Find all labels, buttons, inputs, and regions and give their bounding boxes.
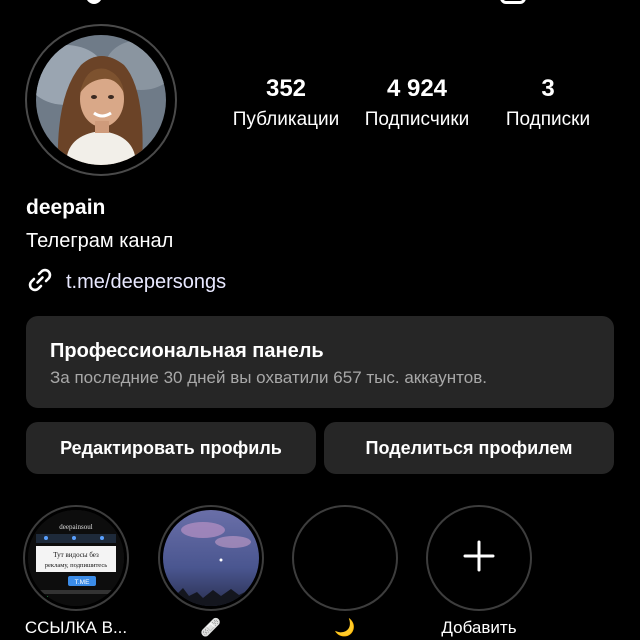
highlight-label-link: ССЫЛКА В... — [24, 618, 128, 637]
header-icon-fragment — [500, 0, 526, 4]
highlight-preview-line2: рекламу, подпишитесь — [45, 562, 107, 569]
plus-icon — [462, 539, 496, 578]
stat-following[interactable]: 3 Подписки — [490, 74, 606, 134]
highlight-moon[interactable] — [297, 510, 393, 606]
stat-followers-count: 4 924 — [386, 75, 448, 102]
status-fragment — [86, 0, 102, 4]
stat-followers[interactable]: 4 924 Подписчики — [354, 74, 480, 134]
stat-followers-label: Подписчики — [364, 109, 470, 130]
professional-dashboard[interactable]: Профессиональная панель За последние 30 … — [26, 316, 614, 408]
top-bar-fragment — [0, 0, 640, 12]
stat-posts-label: Публикации — [232, 109, 340, 130]
highlight-label-bandage: 🩹 — [200, 618, 222, 637]
highlight-label-add: Добавить — [441, 618, 517, 637]
stat-following-label: Подписки — [505, 109, 591, 130]
stat-posts-count: 352 — [265, 75, 307, 102]
highlight-preview-line1: Тут видосы без — [53, 551, 99, 559]
stat-following-count: 3 — [541, 75, 555, 102]
profile-link-text[interactable]: t.me/deepersongs — [66, 271, 226, 294]
highlight-bandage[interactable] — [163, 510, 259, 606]
add-highlight-inner[interactable] — [431, 510, 527, 606]
highlight-label-moon: 🌙 — [334, 618, 356, 637]
share-profile-button[interactable]: Поделиться профилем — [324, 422, 614, 474]
stat-posts[interactable]: 352 Публикации — [226, 74, 346, 134]
link-icon — [26, 266, 54, 299]
edit-profile-button[interactable]: Редактировать профиль — [26, 422, 316, 474]
avatar[interactable] — [36, 35, 166, 165]
profile-link[interactable]: t.me/deepersongs — [26, 266, 226, 299]
highlight-channel-text: deepainsoul — [59, 523, 92, 531]
bio: Телеграм канал — [26, 230, 174, 252]
pro-panel-subtitle: За последние 30 дней вы охватили 657 тыс… — [50, 368, 487, 387]
highlight-preview-tme: T.ME — [75, 579, 90, 586]
highlight-link[interactable]: deepainsoul Тут видосы без рекламу, подп… — [28, 510, 124, 606]
username: deepain — [26, 196, 106, 219]
pro-panel-title: Профессиональная панель — [50, 340, 324, 362]
